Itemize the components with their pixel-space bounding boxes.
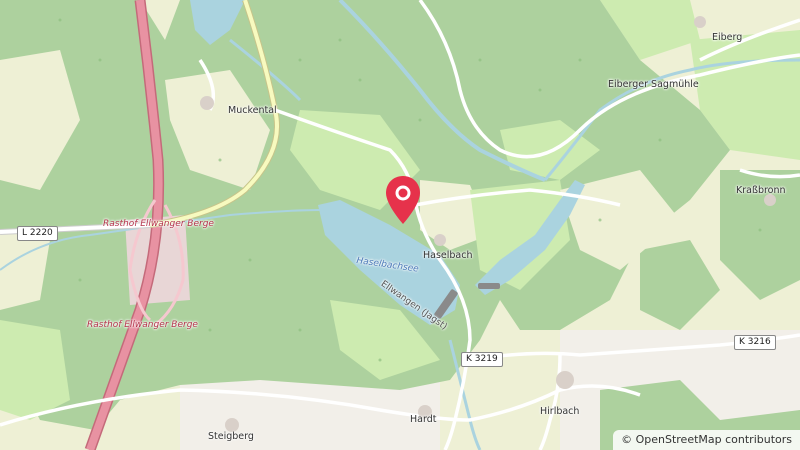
road-shield-k3219: K 3219: [461, 352, 503, 367]
place-label-eiberger-sagmuehle: Eiberger Sagmühle: [608, 79, 699, 90]
map-attribution[interactable]: © OpenStreetMap contributors: [613, 430, 800, 450]
place-label-krassbronn: Kraßbronn: [736, 185, 786, 196]
copyright-symbol: ©: [621, 433, 633, 446]
place-label-muckental: Muckental: [228, 105, 277, 116]
place-label-eiberg: Eiberg: [712, 32, 743, 43]
road-shield-l2220: L 2220: [17, 226, 58, 241]
road-shield-k3216: K 3216: [734, 335, 776, 350]
rest-area-label-south: Rasthof Ellwanger Berge: [87, 320, 198, 330]
rest-area-label-north: Rasthof Ellwanger Berge: [103, 219, 214, 229]
attribution-text[interactable]: OpenStreetMap contributors: [636, 433, 792, 446]
place-label-haselbach: Haselbach: [423, 250, 473, 261]
place-label-hirlbach: Hirlbach: [540, 406, 580, 417]
place-label-steigberg: Steigberg: [208, 431, 254, 442]
map-view[interactable]: Muckental Eiberg Eiberger Sagmühle Kraßb…: [0, 0, 800, 450]
map-pin-icon[interactable]: [384, 174, 422, 226]
place-label-hardt: Hardt: [410, 414, 437, 425]
